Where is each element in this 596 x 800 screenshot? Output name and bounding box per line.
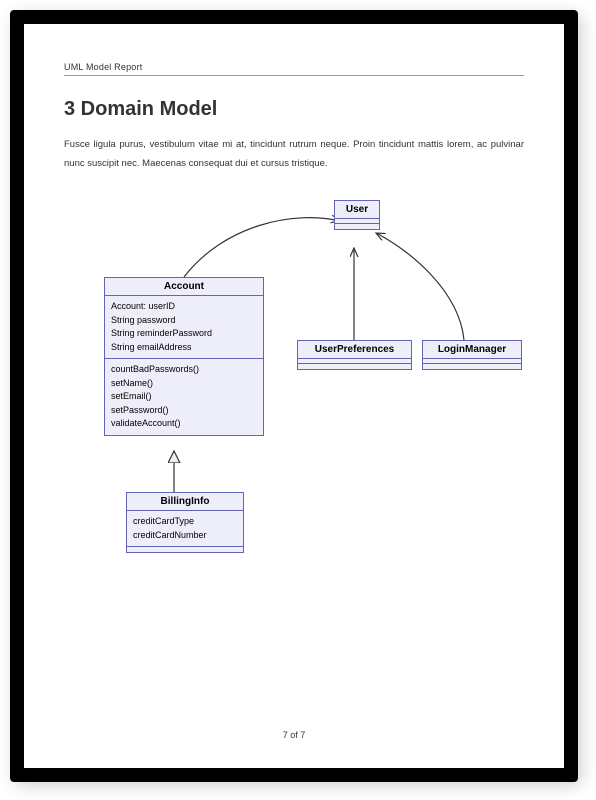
uml-class-loginmanager-ops [423,364,521,369]
uml-class-account-name: Account [105,278,263,296]
uml-class-account-ops: countBadPasswords() setName() setEmail()… [105,359,263,435]
uml-class-loginmanager-name: LoginManager [423,341,521,359]
page-wrapper: UML Model Report 3 Domain Model Fusce li… [0,0,596,800]
section-body: Fusce ligula purus, vestibulum vitae mi … [64,135,524,173]
page-frame: UML Model Report 3 Domain Model Fusce li… [10,10,578,782]
uml-class-billinginfo: BillingInfo creditCardType creditCardNum… [126,492,244,553]
uml-diagram: User Account Account: userID String pass… [64,195,524,615]
uml-attr: String password [111,314,257,328]
uml-op: setName() [111,377,257,391]
uml-class-account-attrs: Account: userID String password String r… [105,296,263,359]
uml-class-user-ops [335,224,379,229]
document-page: UML Model Report 3 Domain Model Fusce li… [24,24,564,768]
uml-op: countBadPasswords() [111,363,257,377]
report-header: UML Model Report [64,62,524,76]
uml-op: setPassword() [111,404,257,418]
uml-class-user-name: User [335,201,379,219]
uml-class-userpreferences-ops [298,364,411,369]
uml-class-billinginfo-name: BillingInfo [127,493,243,511]
uml-class-userpreferences-name: UserPreferences [298,341,411,359]
uml-class-billinginfo-ops [127,547,243,552]
uml-attr: String reminderPassword [111,327,257,341]
page-number: 7 of 7 [24,730,564,740]
section-title: 3 Domain Model [64,98,524,121]
uml-attr: String emailAddress [111,341,257,355]
uml-class-billinginfo-attrs: creditCardType creditCardNumber [127,511,243,547]
uml-class-user: User [334,200,380,230]
uml-attr: Account: userID [111,300,257,314]
uml-class-account: Account Account: userID String password … [104,277,264,436]
uml-op: validateAccount() [111,417,257,431]
uml-op: setEmail() [111,390,257,404]
uml-attr: creditCardNumber [133,529,237,543]
uml-attr: creditCardType [133,515,237,529]
uml-class-loginmanager: LoginManager [422,340,522,370]
uml-class-userpreferences: UserPreferences [297,340,412,370]
